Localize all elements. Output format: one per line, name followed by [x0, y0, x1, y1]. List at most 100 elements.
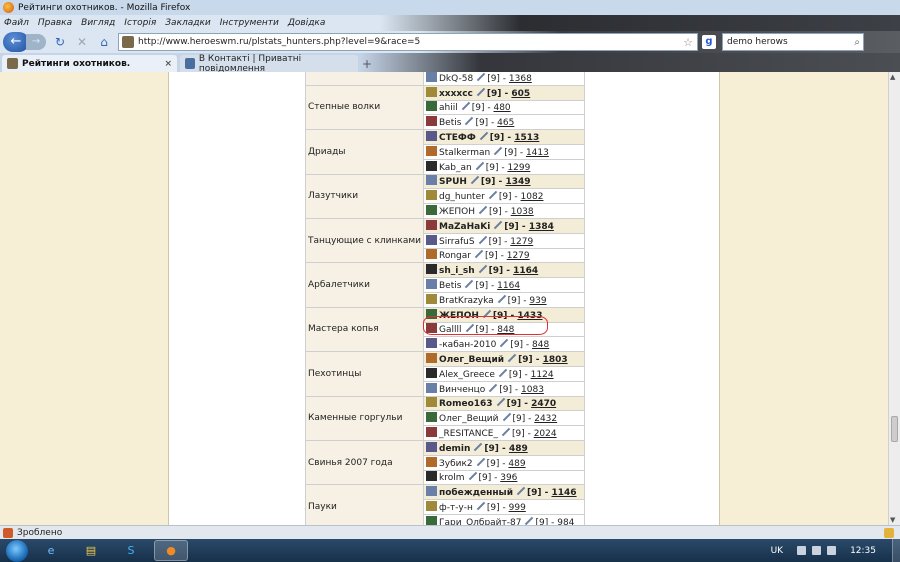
- bookmark-star-icon[interactable]: ☆: [683, 36, 693, 49]
- player-name-link[interactable]: Betis: [439, 281, 461, 291]
- player-name-link[interactable]: xxxxcc: [439, 89, 473, 99]
- status-right-icon[interactable]: [884, 527, 894, 538]
- points-link[interactable]: 1164: [497, 281, 520, 291]
- points-link[interactable]: 1083: [521, 385, 544, 395]
- player-name-link[interactable]: Винченцо: [439, 385, 485, 395]
- scroll-up-icon[interactable]: ▲: [890, 73, 895, 81]
- menu-bookmarks[interactable]: Закладки: [165, 18, 211, 28]
- player-name-link[interactable]: sh_i_sh: [439, 266, 475, 276]
- player-name-link[interactable]: MaZaHaKi: [439, 222, 490, 232]
- player-name-link[interactable]: krolm: [439, 473, 465, 483]
- player-name-link[interactable]: Romeo163: [439, 399, 493, 409]
- taskbar-skype-icon[interactable]: S: [114, 540, 148, 561]
- google-search-engine-icon[interactable]: g: [702, 35, 716, 49]
- address-bar[interactable]: http://www.heroeswm.ru/plstats_hunters.p…: [118, 33, 698, 51]
- url-text[interactable]: http://www.heroeswm.ru/plstats_hunters.p…: [138, 37, 683, 47]
- player-level: [9]: [504, 221, 519, 232]
- player-name-link[interactable]: SPUH: [439, 177, 467, 187]
- player-name-link[interactable]: ahiil: [439, 103, 458, 113]
- points-link[interactable]: 1368: [509, 74, 532, 84]
- player-name-link[interactable]: Зубик2: [439, 459, 473, 469]
- points-link[interactable]: 1349: [505, 177, 530, 187]
- taskbar-explorer-icon[interactable]: ▤: [74, 540, 108, 561]
- vertical-scrollbar[interactable]: ▲ ▼: [888, 72, 900, 525]
- taskbar-ie-icon[interactable]: e: [34, 540, 68, 561]
- player-name-link[interactable]: Betis: [439, 118, 461, 128]
- taskbar-firefox-icon[interactable]: ●: [154, 540, 188, 561]
- player-level: [9]: [475, 118, 489, 129]
- player-name-link[interactable]: Гари_Олбрайт-87: [439, 518, 521, 525]
- points-link[interactable]: 489: [508, 459, 525, 469]
- points-link[interactable]: 939: [529, 296, 546, 306]
- player-name-link[interactable]: СТЕФФ: [439, 133, 476, 143]
- points-link[interactable]: 396: [500, 473, 517, 483]
- menu-edit[interactable]: Правка: [38, 18, 72, 28]
- clock[interactable]: 12:35: [850, 546, 876, 556]
- home-icon[interactable]: ⌂: [96, 34, 112, 50]
- magnifier-icon[interactable]: ⌕: [854, 37, 860, 48]
- points-link[interactable]: 999: [509, 503, 526, 513]
- points-link[interactable]: 465: [497, 118, 514, 128]
- start-button[interactable]: [6, 539, 28, 562]
- player-name-link[interactable]: Kab_an: [439, 163, 472, 173]
- menu-view[interactable]: Вигляд: [81, 18, 115, 28]
- show-desktop-button[interactable]: [892, 539, 900, 562]
- reload-icon[interactable]: ↻: [52, 34, 68, 50]
- points-link[interactable]: 1413: [526, 148, 549, 158]
- search-box[interactable]: demo herows ⌕: [722, 33, 864, 51]
- points-link[interactable]: 2470: [531, 399, 556, 409]
- player-name-link[interactable]: demin: [439, 444, 470, 454]
- player-name-link[interactable]: BratKrazyka: [439, 296, 494, 306]
- points-link[interactable]: 1279: [507, 251, 530, 261]
- points-link[interactable]: 480: [493, 103, 510, 113]
- points-link[interactable]: 1146: [552, 488, 577, 498]
- tab-hunters-ratings[interactable]: Рейтинги охотников. ×: [2, 55, 177, 72]
- player-name-link[interactable]: SirrafuS: [439, 237, 475, 247]
- tray-flag-icon[interactable]: [797, 546, 807, 555]
- player-name-link[interactable]: Rongar: [439, 251, 471, 261]
- player-name-link[interactable]: dg_hunter: [439, 192, 485, 202]
- menu-file[interactable]: Файл: [4, 18, 29, 28]
- points-link[interactable]: 984: [557, 518, 574, 525]
- points-link[interactable]: 1124: [531, 370, 554, 380]
- player-cell: Stalkerman [9] - 1413: [423, 143, 585, 160]
- player-name-link[interactable]: _RESITANCE_: [439, 429, 498, 439]
- player-name-link[interactable]: Олег_Вещий: [439, 355, 504, 365]
- stop-icon[interactable]: ✕: [74, 34, 90, 50]
- new-tab-icon[interactable]: +: [362, 57, 372, 71]
- player-name-link[interactable]: побежденный: [439, 488, 513, 498]
- points-link[interactable]: 1164: [513, 266, 538, 276]
- points-link[interactable]: 848: [532, 340, 549, 350]
- points-link[interactable]: 2024: [534, 429, 557, 439]
- menu-tools[interactable]: Інструменти: [220, 18, 279, 28]
- points-link[interactable]: 2432: [534, 414, 557, 424]
- points-link[interactable]: 1038: [511, 207, 534, 217]
- player-cell: xxxxcc [9] - 605: [423, 84, 585, 101]
- points-link[interactable]: 1384: [529, 222, 554, 232]
- points-link[interactable]: 1513: [514, 133, 539, 143]
- points-link[interactable]: 1803: [543, 355, 568, 365]
- tray-volume-icon[interactable]: [827, 546, 837, 555]
- points-link[interactable]: 605: [511, 89, 530, 99]
- tray-network-icon[interactable]: [812, 546, 822, 555]
- player-name-link[interactable]: DkQ-58: [439, 74, 473, 84]
- points-link[interactable]: 1082: [521, 192, 544, 202]
- scroll-down-icon[interactable]: ▼: [890, 516, 895, 524]
- points-link[interactable]: 489: [509, 444, 528, 454]
- player-name-link[interactable]: -кабан-2010: [439, 340, 496, 350]
- points-link[interactable]: 1279: [510, 237, 533, 247]
- tab-vkontakte[interactable]: В Контакті | Приватні повідомлення: [180, 54, 358, 74]
- scrollbar-thumb[interactable]: [891, 416, 898, 442]
- forward-button[interactable]: →: [26, 34, 46, 50]
- search-input[interactable]: demo herows: [727, 37, 854, 47]
- player-name-link[interactable]: ф-т-у-н: [439, 503, 473, 513]
- player-name-link[interactable]: ЖЕПОН: [439, 207, 475, 217]
- tab-close-icon[interactable]: ×: [164, 59, 172, 69]
- menu-history[interactable]: Історія: [124, 18, 156, 28]
- player-name-link[interactable]: Олег_Вещий: [439, 414, 499, 424]
- points-link[interactable]: 1299: [507, 163, 530, 173]
- menu-help[interactable]: Довідка: [288, 18, 326, 28]
- player-name-link[interactable]: Alex_Greece: [439, 370, 495, 380]
- player-name-link[interactable]: Stalkerman: [439, 148, 490, 158]
- language-indicator[interactable]: UK: [771, 546, 784, 556]
